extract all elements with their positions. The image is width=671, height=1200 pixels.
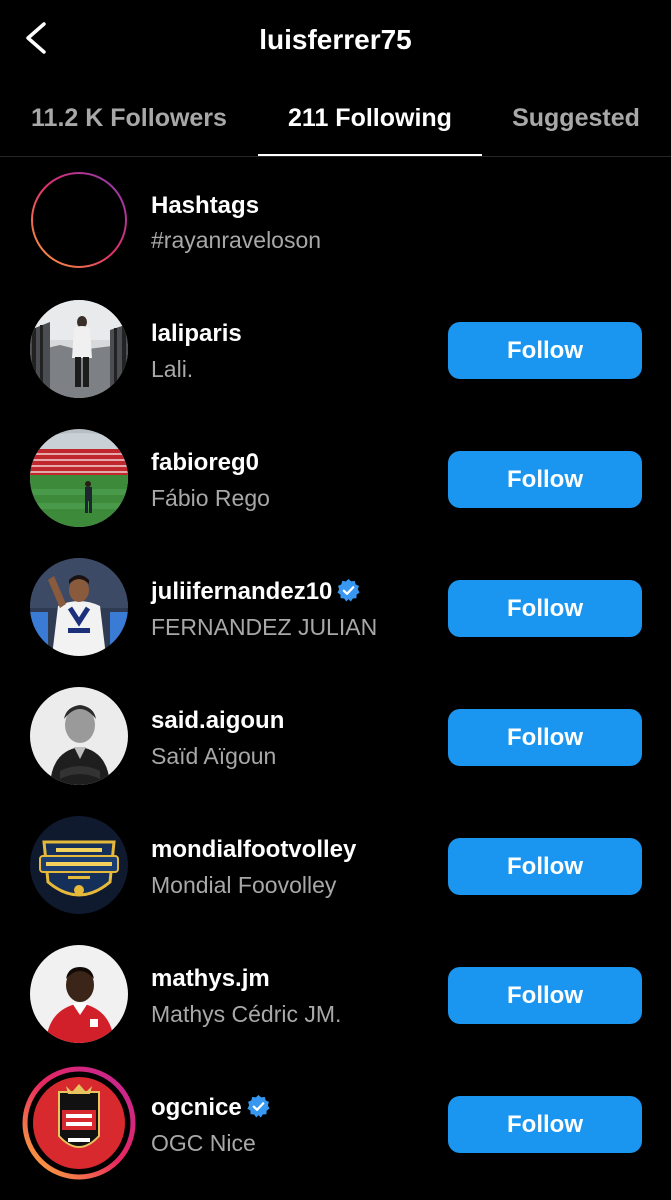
header: luisferrer75 [0,0,671,82]
follow-button[interactable]: Follow [448,451,642,508]
account-row[interactable]: said.aigoun Saïd Aïgoun Follow [0,673,671,802]
hashtags-title: Hashtags [151,192,260,219]
username: juliifernandez10 [151,578,361,606]
username: laliparis [151,320,242,347]
follow-button[interactable]: Follow [448,967,642,1024]
account-row[interactable]: mondialfootvolley Mondial Foovolley Foll… [0,802,671,931]
full-name: Mathys Cédric JM. [151,1001,342,1027]
account-row[interactable]: mathys.jm Mathys Cédric JM. Follow [0,931,671,1060]
hashtag-icon [30,171,128,269]
verified-badge-icon [337,579,360,602]
avatar-with-story-ring[interactable] [22,1066,136,1180]
account-row[interactable]: juliifernandez10 FERNANDEZ JULIAN Follow [0,544,671,673]
full-name: Saïd Aïgoun [151,743,277,769]
avatar[interactable] [30,558,128,656]
full-name: OGC Nice [151,1130,256,1156]
username: said.aigoun [151,707,285,734]
verified-badge-icon [247,1095,270,1118]
username: fabioreg0 [151,449,260,476]
tab-bar: 11.2 K Followers 211 Following Suggested [0,84,671,157]
avatar[interactable] [30,945,128,1043]
full-name: Mondial Foovolley [151,872,337,898]
full-name: Fábio Rego [151,485,270,511]
follow-button[interactable]: Follow [448,1096,642,1153]
avatar[interactable] [30,816,128,914]
follow-button[interactable]: Follow [448,709,642,766]
tab-following[interactable]: 211 Following [258,84,482,156]
tab-followers[interactable]: 11.2 K Followers [14,84,244,156]
account-row[interactable]: ogcnice OGC Nice Follow [0,1060,671,1189]
follow-button[interactable]: Follow [448,322,642,379]
active-tab-indicator [258,154,482,156]
hashtags-row[interactable]: Hashtags #rayanraveloson [0,157,671,286]
follow-button[interactable]: Follow [448,838,642,895]
avatar[interactable] [30,687,128,785]
username-text: juliifernandez10 [151,578,333,605]
username-text: ogcnice [151,1094,242,1121]
hashtags-subtitle: #rayanraveloson [151,227,322,253]
avatar[interactable] [30,429,128,527]
tab-suggested[interactable]: Suggested [496,84,656,156]
username: mondialfootvolley [151,836,357,863]
username: mathys.jm [151,965,270,992]
username: ogcnice [151,1094,271,1122]
full-name: Lali. [151,356,194,382]
avatar[interactable] [30,300,128,398]
follow-button[interactable]: Follow [448,580,642,637]
page-title: luisferrer75 [259,24,412,55]
account-row[interactable]: laliparis Lali. Follow [0,286,671,415]
full-name: FERNANDEZ JULIAN [151,614,378,640]
following-screen: luisferrer75 11.2 K Followers 211 Follow… [0,0,671,1200]
account-row[interactable]: fabioreg0 Fábio Rego Follow [0,415,671,544]
